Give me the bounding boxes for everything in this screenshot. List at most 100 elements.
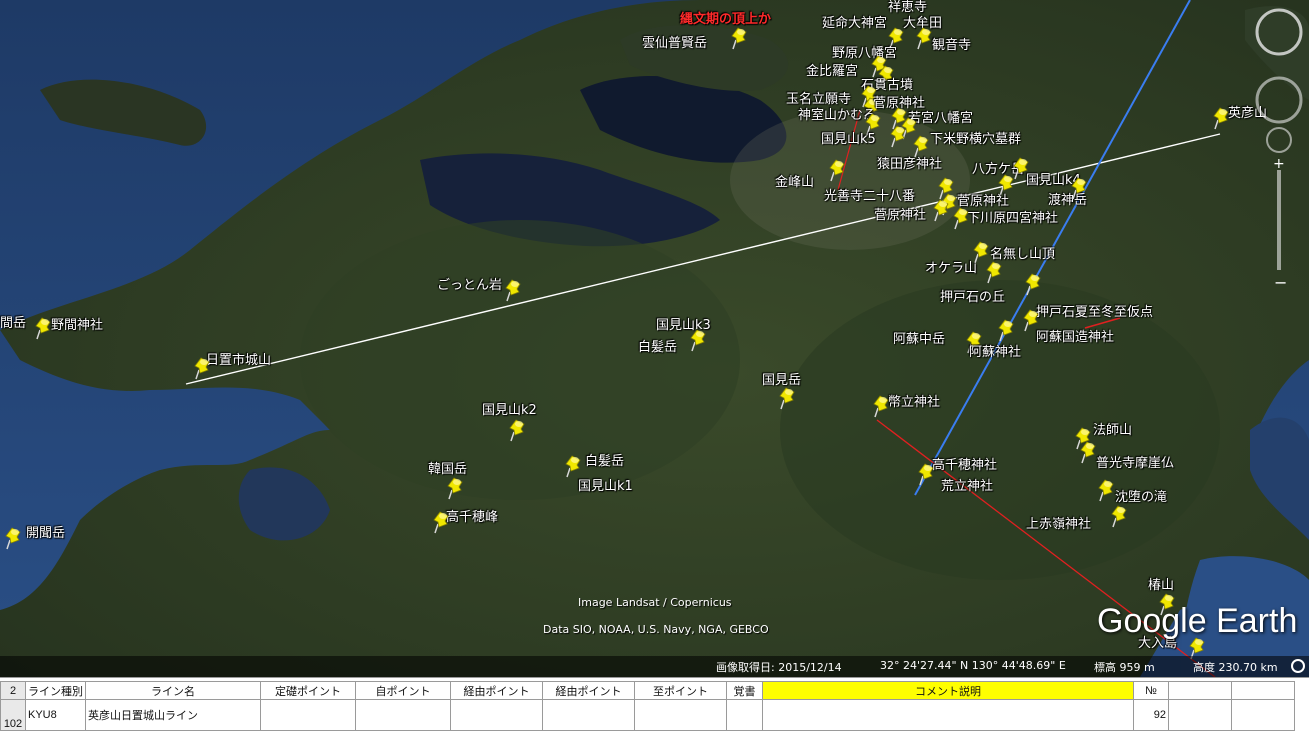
pushpin-icon[interactable] — [952, 206, 974, 230]
pushpin-icon[interactable] — [778, 386, 800, 410]
pushpin-icon[interactable] — [689, 328, 711, 352]
pushpin-icon[interactable] — [985, 260, 1007, 284]
placemark-label[interactable]: 延命大神宮 — [822, 16, 887, 31]
spreadsheet[interactable]: 2 ライン種別 ライン名 定礎ポイント 自ポイント 経由ポイント 経由ポイント … — [0, 677, 1309, 732]
pushpin-icon[interactable] — [730, 26, 752, 50]
placemark-label[interactable]: 白髪岳 — [585, 454, 624, 469]
placemark-label[interactable]: 荒立神社 — [941, 479, 993, 494]
placemark-label[interactable]: 阿蘇国造神社 — [1036, 330, 1114, 345]
move-joystick-icon[interactable] — [1266, 127, 1292, 153]
cell-empty[interactable] — [1231, 681, 1295, 700]
placemark-label[interactable]: 普光寺摩崖仏 — [1096, 456, 1174, 471]
cell-line-name[interactable]: 英彦山日置城山ライン — [85, 699, 261, 731]
placemark-label[interactable]: 下米野横穴墓群 — [930, 132, 1021, 147]
col-header-line-type[interactable]: ライン種別 — [25, 681, 86, 700]
placemark-label[interactable]: 下川原四宮神社 — [967, 211, 1058, 226]
cell-empty[interactable] — [1168, 681, 1232, 700]
placemark-label[interactable]: 間岳 — [0, 316, 26, 331]
placemark-label[interactable]: 玉名立願寺 — [786, 92, 851, 107]
col-header-comment[interactable]: コメント説明 — [762, 681, 1134, 700]
col-header-number[interactable]: № — [1133, 681, 1169, 700]
placemark-label[interactable]: 阿蘇中岳 — [893, 332, 945, 347]
placemark-label[interactable]: 開聞岳 — [26, 526, 65, 541]
pushpin-icon[interactable] — [4, 526, 26, 550]
map-view[interactable]: 縄文期の頂上か 雲仙普賢岳 祥恵寺 延命大神宮 大牟田 観音寺 野原八幡宮 金比羅宮 石貫古墳玉… — [0, 0, 1309, 677]
col-header-memo[interactable]: 覚書 — [726, 681, 763, 700]
pushpin-icon[interactable] — [917, 462, 939, 486]
placemark-label[interactable]: 押戸石の丘 — [940, 290, 1005, 305]
col-header-via-point-1[interactable]: 経由ポイント — [450, 681, 543, 700]
placemark-label[interactable]: 光善寺二十八番 — [824, 189, 915, 204]
streetview-icon[interactable] — [1290, 658, 1306, 674]
pushpin-icon[interactable] — [504, 278, 526, 302]
pushpin-icon[interactable] — [432, 510, 454, 534]
cell-via-point-2[interactable] — [542, 699, 635, 731]
navigation-controls[interactable]: + − — [1249, 0, 1309, 300]
pushpin-icon[interactable] — [889, 124, 911, 148]
col-header-to-point[interactable]: 至ポイント — [634, 681, 727, 700]
placemark-label[interactable]: 国見山k5 — [821, 132, 876, 147]
pushpin-icon[interactable] — [508, 418, 530, 442]
placemark-label[interactable]: 金比羅宮 — [806, 64, 858, 79]
pushpin-icon[interactable] — [34, 316, 56, 340]
cell-self-point[interactable] — [355, 699, 451, 731]
pushpin-icon[interactable] — [1110, 504, 1132, 528]
cell-comment[interactable] — [762, 699, 1134, 731]
pushpin-icon[interactable] — [446, 476, 468, 500]
placemark-label[interactable]: 金峰山 — [775, 175, 814, 190]
pushpin-icon[interactable] — [193, 356, 215, 380]
placemark-label[interactable]: ごっとん岩 — [437, 278, 502, 293]
cell-to-point[interactable] — [634, 699, 727, 731]
col-header-via-point-2[interactable]: 経由ポイント — [542, 681, 635, 700]
cell-base-point[interactable] — [260, 699, 356, 731]
cell-number[interactable]: 92 — [1133, 699, 1169, 731]
placemark-label[interactable]: 菅原神社 — [874, 208, 926, 223]
zoom-in-icon[interactable]: + — [1273, 156, 1285, 172]
pushpin-icon[interactable] — [1070, 176, 1092, 200]
placemark-label[interactable]: 猿田彦神社 — [877, 157, 942, 172]
pushpin-icon[interactable] — [1097, 478, 1119, 502]
placemark-label[interactable]: 縄文期の頂上か — [680, 12, 771, 27]
col-header-self-point[interactable]: 自ポイント — [355, 681, 451, 700]
cell-memo[interactable] — [726, 699, 763, 731]
placemark-label[interactable]: 韓国岳 — [428, 462, 467, 477]
pushpin-icon[interactable] — [564, 454, 586, 478]
pushpin-icon[interactable] — [997, 318, 1019, 342]
placemark-label[interactable]: 国見山k1 — [578, 479, 633, 494]
cell-empty[interactable] — [1231, 699, 1295, 731]
placemark-label[interactable]: オケラ山 — [925, 261, 977, 276]
pushpin-icon[interactable] — [828, 158, 850, 182]
placemark-label[interactable]: 沈堕の滝 — [1115, 490, 1167, 505]
cell-line-type[interactable]: KYU8 — [25, 699, 86, 731]
col-header-base-point[interactable]: 定礎ポイント — [260, 681, 356, 700]
cell-via-point-1[interactable] — [450, 699, 543, 731]
placemark-label[interactable]: 高千穂神社 — [932, 458, 997, 473]
pushpin-icon[interactable] — [1022, 308, 1044, 332]
placemark-label[interactable]: 国見山k2 — [482, 403, 537, 418]
look-joystick-icon[interactable] — [1255, 76, 1303, 124]
row-header-2[interactable]: 2 — [0, 681, 26, 700]
placemark-label[interactable]: 押戸石夏至冬至仮点 — [1036, 305, 1153, 320]
pushpin-icon[interactable] — [1079, 440, 1101, 464]
zoom-out-icon[interactable]: − — [1274, 273, 1287, 292]
pushpin-icon[interactable] — [932, 198, 954, 222]
placemark-label[interactable]: 祥恵寺 — [888, 0, 927, 15]
placemark-label[interactable]: 雲仙普賢岳 — [642, 36, 707, 51]
placemark-label[interactable]: 上赤嶺神社 — [1026, 517, 1091, 532]
placemark-label[interactable]: 白髪岳 — [638, 340, 677, 355]
row-header-102[interactable]: 102 — [0, 699, 26, 731]
placemark-label[interactable]: 法師山 — [1093, 423, 1132, 438]
placemark-label[interactable]: 阿蘇神社 — [969, 345, 1021, 360]
placemark-label[interactable]: 野間神社 — [51, 318, 103, 333]
placemark-label[interactable]: 幣立神社 — [888, 395, 940, 410]
placemark-label[interactable]: 観音寺 — [932, 38, 971, 53]
pushpin-icon[interactable] — [1212, 106, 1234, 130]
placemark-label[interactable]: 椿山 — [1148, 578, 1174, 593]
pushpin-icon[interactable] — [912, 134, 934, 158]
pushpin-icon[interactable] — [872, 394, 894, 418]
col-header-line-name[interactable]: ライン名 — [85, 681, 261, 700]
compass-icon[interactable] — [1255, 8, 1303, 56]
cell-empty[interactable] — [1168, 699, 1232, 731]
pushpin-icon[interactable] — [1024, 272, 1046, 296]
placemark-label[interactable]: 日置市城山 — [206, 353, 271, 368]
